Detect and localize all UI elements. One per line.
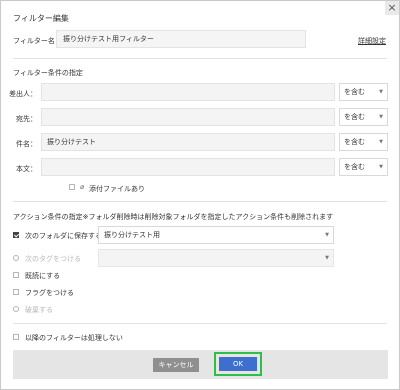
divider bbox=[13, 58, 387, 59]
chevron-down-icon: ▼ bbox=[379, 164, 383, 170]
filter-name-input[interactable]: 振り分けテスト用フィルター bbox=[56, 30, 306, 48]
save-to-folder-label: 次のフォルダに保存する bbox=[25, 232, 102, 240]
chevron-down-icon: ▼ bbox=[325, 232, 329, 238]
chevron-down-icon: ▼ bbox=[325, 255, 329, 261]
folder-select[interactable]: 振り分けテスト用 ▼ bbox=[98, 226, 334, 244]
tag-select[interactable]: ▼ bbox=[98, 249, 334, 267]
sender-label: 差出人： bbox=[9, 90, 37, 98]
divider bbox=[13, 201, 387, 202]
actions-section-title: アクション条件の指定※フォルダ削除時は削除対象フォルダを指定したアクション条件も… bbox=[13, 213, 334, 221]
add-tag-checkbox[interactable] bbox=[13, 255, 19, 261]
filter-name-label: フィルター名 bbox=[13, 37, 55, 45]
paperclip-icon: ⌀ bbox=[80, 183, 85, 191]
divider bbox=[13, 323, 387, 324]
chevron-down-icon: ▼ bbox=[379, 89, 383, 95]
subject-operator-value: を含む bbox=[344, 138, 365, 146]
chevron-down-icon: ▼ bbox=[379, 139, 383, 145]
cancel-button[interactable]: キャンセル bbox=[153, 358, 199, 372]
add-tag-label: 次のタグをつける bbox=[25, 255, 81, 263]
discard-label: 破棄する bbox=[25, 306, 53, 314]
mark-read-checkbox[interactable] bbox=[13, 272, 19, 278]
dialog-title: フィルター編集 bbox=[13, 14, 69, 23]
filter-edit-dialog: × フィルター編集 フィルター名 振り分けテスト用フィルター 詳細設定 フィルタ… bbox=[0, 0, 400, 390]
sender-input[interactable] bbox=[41, 83, 335, 101]
subject-input[interactable]: 振り分けテスト bbox=[41, 133, 335, 151]
body-input[interactable] bbox=[41, 158, 335, 176]
sender-operator-value: を含む bbox=[344, 88, 365, 96]
subject-label: 件名： bbox=[16, 140, 37, 148]
folder-select-value: 振り分けテスト用 bbox=[104, 231, 160, 239]
conditions-section-title: フィルター条件の指定 bbox=[13, 69, 83, 77]
stop-processing-label: 以降のフィルターは処理しない bbox=[25, 334, 123, 342]
sender-operator-select[interactable]: を含む ▼ bbox=[339, 83, 388, 101]
body-operator-value: を含む bbox=[344, 163, 365, 171]
attachment-label: 添付ファイルあり bbox=[89, 185, 145, 193]
detail-settings-link[interactable]: 詳細設定 bbox=[358, 36, 386, 46]
recipient-input[interactable] bbox=[41, 108, 335, 126]
recipient-operator-select[interactable]: を含む ▼ bbox=[339, 108, 388, 126]
add-flag-label: フラグをつける bbox=[25, 289, 74, 297]
subject-operator-select[interactable]: を含む ▼ bbox=[339, 133, 388, 151]
body-operator-select[interactable]: を含む ▼ bbox=[339, 158, 388, 176]
stop-processing-checkbox[interactable] bbox=[13, 334, 19, 340]
attachment-checkbox[interactable] bbox=[69, 184, 75, 190]
discard-checkbox[interactable] bbox=[13, 306, 19, 312]
add-flag-checkbox[interactable] bbox=[13, 289, 19, 295]
ok-button-highlight: OK bbox=[214, 352, 262, 376]
chevron-down-icon: ▼ bbox=[379, 114, 383, 120]
ok-button[interactable]: OK bbox=[219, 357, 257, 371]
body-label: 本文： bbox=[16, 165, 37, 173]
close-icon[interactable]: × bbox=[385, 1, 399, 15]
recipient-label: 宛先： bbox=[16, 115, 37, 123]
recipient-operator-value: を含む bbox=[344, 113, 365, 121]
save-to-folder-checkbox[interactable] bbox=[13, 232, 19, 238]
dialog-footer: キャンセル OK bbox=[13, 350, 388, 379]
mark-read-label: 既読にする bbox=[25, 272, 61, 280]
